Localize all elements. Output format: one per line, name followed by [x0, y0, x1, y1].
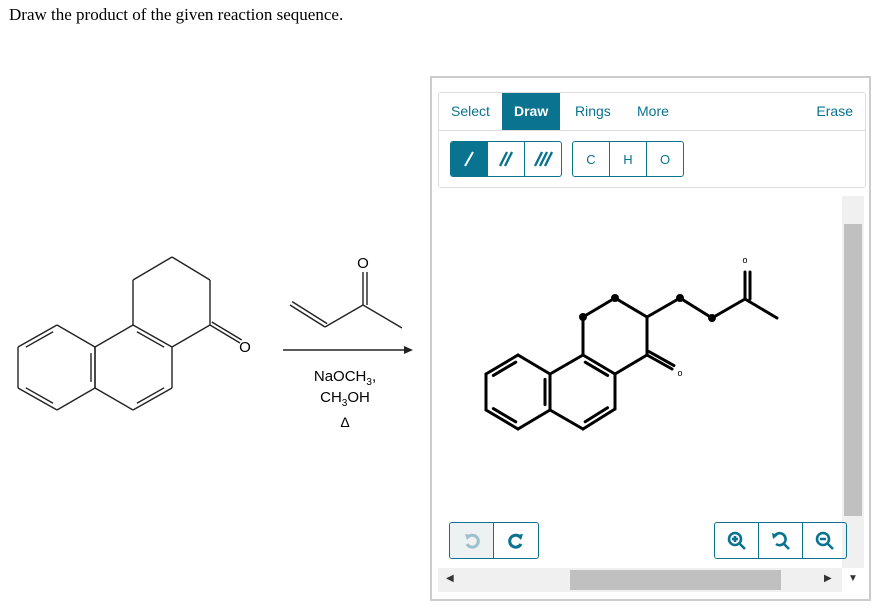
- drawn-bond: [516, 408, 552, 431]
- scroll-down-arrow-icon[interactable]: ▼: [848, 573, 858, 584]
- zoom-in-icon[interactable]: [715, 523, 759, 558]
- horizontal-scrollbar[interactable]: ◀ ▶: [438, 568, 842, 592]
- drawn-bond: [613, 353, 649, 376]
- atom-dot[interactable]: [676, 294, 684, 302]
- scroll-left-arrow-icon[interactable]: ◀: [446, 573, 454, 584]
- molecule-editor: Select Draw Rings More Erase C H O o o ▼…: [430, 76, 871, 601]
- atom-dot[interactable]: [708, 314, 716, 322]
- atom-dot[interactable]: [611, 294, 619, 302]
- zoom-out-icon[interactable]: [803, 523, 846, 558]
- drawn-bond: [710, 297, 747, 320]
- drawing-canvas[interactable]: o o: [2, 2, 887, 609]
- drawn-bond: [613, 296, 649, 319]
- vertical-scrollbar[interactable]: ▼: [842, 196, 864, 584]
- horizontal-scroll-thumb[interactable]: [570, 570, 781, 590]
- zoom-reset-icon[interactable]: [759, 523, 803, 558]
- undo-icon[interactable]: [450, 523, 494, 558]
- redo-icon[interactable]: [494, 523, 537, 558]
- drawn-bond: [581, 296, 617, 319]
- canvas-oxygen-label[interactable]: o: [742, 255, 747, 265]
- drawn-bond: [516, 353, 552, 376]
- vertical-scroll-thumb[interactable]: [844, 224, 862, 516]
- drawn-bond: [743, 297, 779, 320]
- drawn-bond: [645, 296, 682, 319]
- drawn-bond: [678, 296, 714, 320]
- drawn-bond: [548, 353, 585, 376]
- drawn-bond: [548, 408, 585, 431]
- scroll-right-arrow-icon[interactable]: ▶: [824, 573, 832, 584]
- atom-dot[interactable]: [579, 313, 587, 321]
- canvas-oxygen-label[interactable]: o: [677, 368, 682, 378]
